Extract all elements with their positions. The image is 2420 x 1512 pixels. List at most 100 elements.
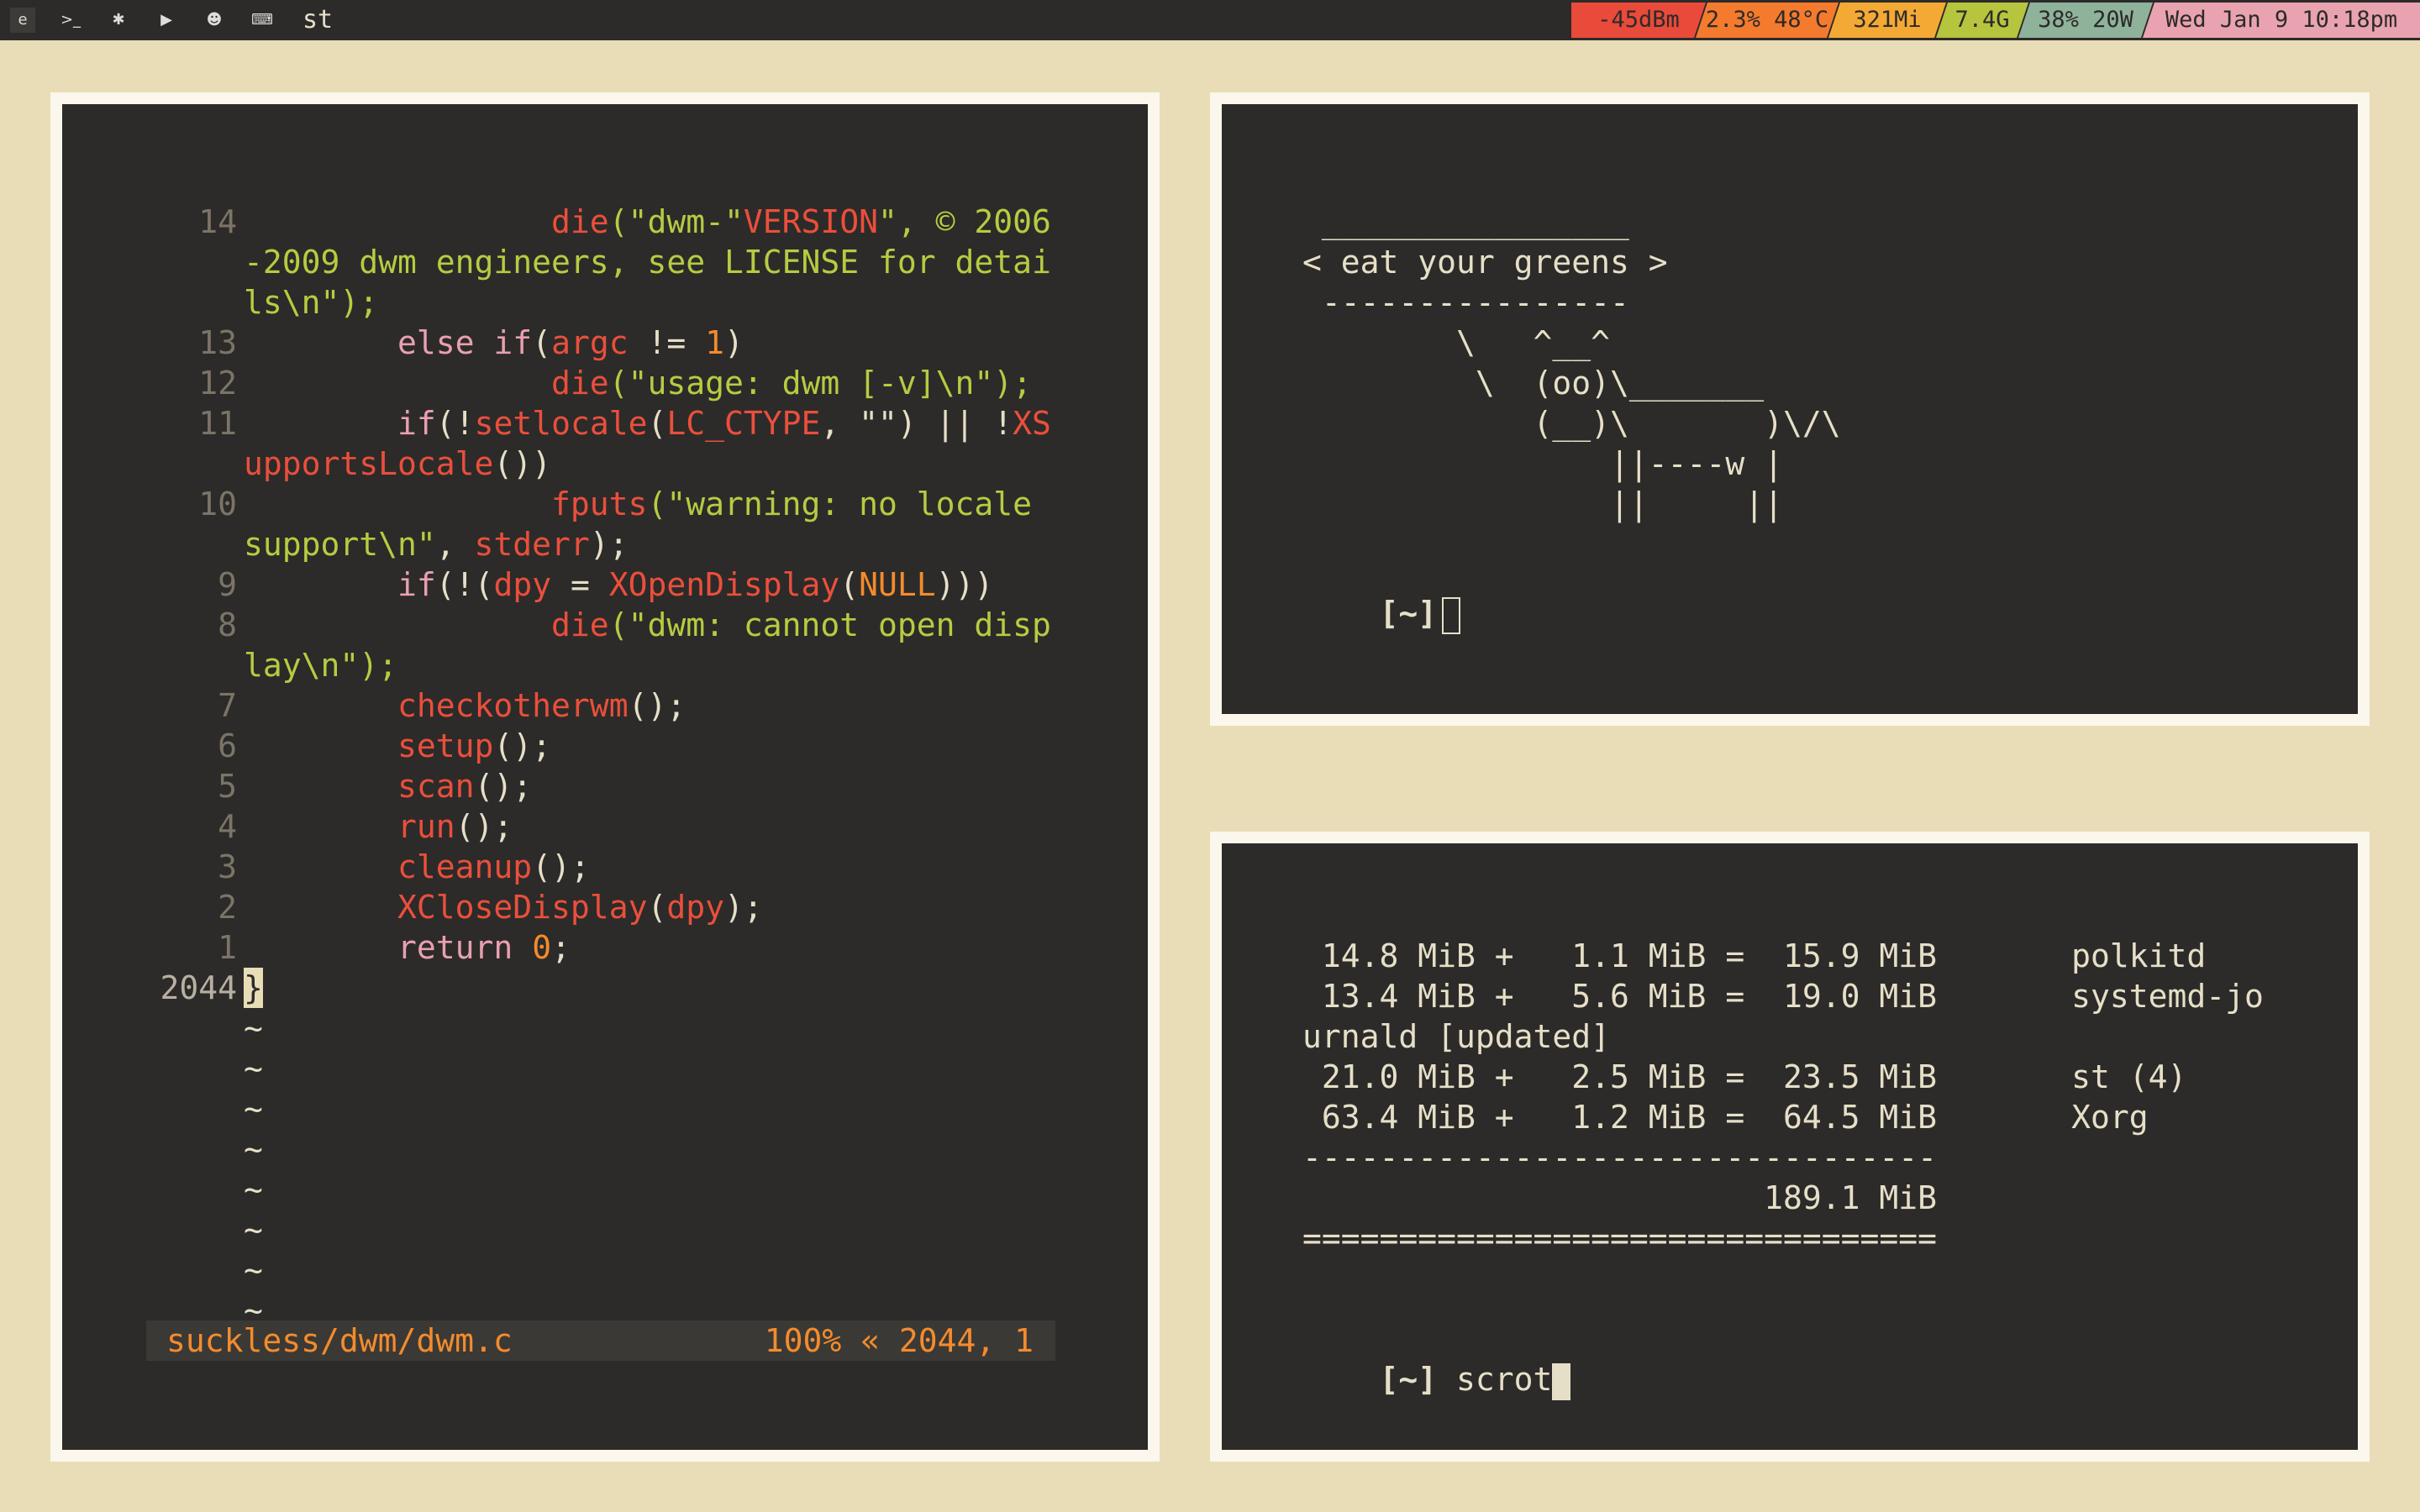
code-line[interactable]: setup(); — [244, 726, 551, 766]
code-line[interactable]: die("dwm: cannot open disp — [244, 605, 1051, 645]
code-token: ))) — [935, 566, 994, 603]
code-token: ("warning: no locale — [647, 486, 1032, 522]
terminal-icon[interactable]: >_ — [58, 8, 83, 33]
code-line[interactable]: ls\n"); — [244, 282, 378, 323]
code-token: XOpenDisplay — [608, 566, 840, 603]
line-number: 2044 — [160, 969, 237, 1006]
code-line[interactable]: } — [244, 968, 263, 1008]
code-token: ()) — [493, 445, 552, 482]
cowsay-output: ________________ < eat your greens > ---… — [1302, 203, 1841, 522]
code-token: (! — [435, 405, 475, 442]
code-line[interactable]: -2009 dwm engineers, see LICENSE for det… — [244, 242, 1051, 282]
code-line[interactable]: return 0; — [244, 927, 571, 968]
line-number: 2 — [218, 889, 237, 926]
code-token: , — [435, 526, 475, 563]
status-segment: Wed Jan 9 10:18pm — [2143, 3, 2420, 38]
youtube-icon[interactable]: ▶ — [154, 8, 179, 33]
code-token: lay\n"); — [244, 647, 398, 684]
meminfo-row: 189.1 MiB — [1302, 1179, 1937, 1216]
empty-line-marker: ~ — [244, 1131, 263, 1168]
code-line[interactable]: cleanup(); — [244, 847, 590, 887]
code-token: (!( — [435, 566, 494, 603]
code-token: , "") || ! — [820, 405, 1013, 442]
empty-line-marker: ~ — [244, 1211, 263, 1248]
code-token: fputs — [551, 486, 648, 522]
code-token: argc — [551, 324, 629, 361]
code-line[interactable]: die("dwm-"VERSION", © 2006 — [244, 202, 1051, 242]
code-token: if — [397, 405, 436, 442]
code-token: ( — [647, 405, 667, 442]
code-token: = — [551, 566, 609, 603]
code-line[interactable]: scan(); — [244, 766, 532, 806]
meminfo-row: 13.4 MiB + 5.6 MiB = 19.0 MiB systemd-jo — [1302, 978, 2264, 1015]
editor-cursor: } — [244, 968, 263, 1008]
code-token: NULL — [859, 566, 936, 603]
statusline-position: 100% « 2044, 1 — [764, 1322, 1034, 1359]
line-number: 7 — [218, 687, 237, 724]
code-token: (); — [493, 727, 552, 764]
status-segment: -45dBm — [1571, 3, 1706, 38]
code-token: setup — [397, 727, 494, 764]
code-token: (); — [628, 687, 687, 724]
code-token: setlocale — [474, 405, 648, 442]
code-token: run — [397, 808, 455, 845]
code-token: die — [551, 203, 609, 240]
line-number: 9 — [218, 566, 237, 603]
meminfo-row: 63.4 MiB + 1.2 MiB = 64.5 MiB Xorg — [1302, 1099, 2149, 1136]
code-line[interactable]: XCloseDisplay(dpy); — [244, 887, 763, 927]
terminal-window-meminfo[interactable]: 14.8 MiB + 1.1 MiB = 15.9 MiB polkitd 13… — [1210, 832, 2370, 1462]
code-line[interactable]: lay\n"); — [244, 645, 397, 685]
code-token: ) — [724, 324, 744, 361]
code-line[interactable]: upportsLocale()) — [244, 444, 551, 484]
chat-icon[interactable]: ☻ — [202, 8, 227, 33]
line-number: 1 — [218, 929, 237, 966]
editor-window[interactable]: 14 die("dwm-"VERSION", © 2006 -2009 dwm e… — [50, 92, 1160, 1462]
code-token: VERSION — [743, 203, 878, 240]
keyboard-icon[interactable]: ⌨ — [250, 8, 275, 33]
code-line[interactable]: support\n", stderr); — [244, 524, 629, 564]
empty-line-marker: ~ — [244, 1252, 263, 1289]
code-line[interactable]: if(!setlocale(LC_CTYPE, "") || !XS — [244, 403, 1051, 444]
terminal-window-cowsay[interactable]: ________________ < eat your greens > ---… — [1210, 92, 2370, 726]
shell-prompt-line[interactable]: [~] — [1302, 553, 1461, 675]
code-line[interactable]: else if(argc != 1) — [244, 323, 744, 363]
code-token: 0 — [532, 929, 552, 966]
vim-statusline: suckless/dwm/dwm.c 100% « 2044, 1 — [146, 1320, 1055, 1361]
code-token: (); — [532, 848, 590, 885]
code-token: ( — [532, 324, 552, 361]
shell-command: scrot — [1437, 1361, 1553, 1398]
code-token: -2009 dwm engineers, see LICENSE for det… — [244, 244, 1051, 281]
code-token: ( — [839, 566, 860, 603]
code-line[interactable]: fputs("warning: no locale — [244, 484, 1032, 524]
code-token: ); — [589, 526, 629, 563]
browser-icon[interactable]: e — [10, 8, 35, 33]
code-token: stderr — [474, 526, 590, 563]
code-token: (); — [474, 768, 533, 805]
code-token: cleanup — [397, 848, 533, 885]
code-token: XCloseDisplay — [397, 889, 648, 926]
code-token: scan — [397, 768, 475, 805]
empty-line-marker: ~ — [244, 1050, 263, 1087]
code-token: ("usage: dwm [-v]\n"); — [608, 365, 1033, 402]
code-line[interactable]: checkotherwm(); — [244, 685, 686, 726]
code-token: else if — [397, 324, 533, 361]
window-title: st — [302, 5, 334, 34]
code-token: ("dwm: cannot open disp — [608, 606, 1051, 643]
shell-prompt-line[interactable]: [~] scrot — [1302, 1319, 1571, 1441]
meminfo-row: ================================= — [1302, 1220, 1937, 1257]
line-number: 6 — [218, 727, 237, 764]
code-token: ", © 2006 — [878, 203, 1051, 240]
code-line[interactable]: run(); — [244, 806, 513, 847]
gear-icon[interactable]: ✱ — [106, 8, 131, 33]
line-number: 10 — [198, 486, 237, 522]
code-line[interactable]: die("usage: dwm [-v]\n"); — [244, 363, 1032, 403]
code-token: LC_CTYPE — [666, 405, 821, 442]
status-segment: 2.3% 48°C — [1696, 3, 1839, 38]
code-line[interactable]: if(!(dpy = XOpenDisplay(NULL))) — [244, 564, 993, 605]
